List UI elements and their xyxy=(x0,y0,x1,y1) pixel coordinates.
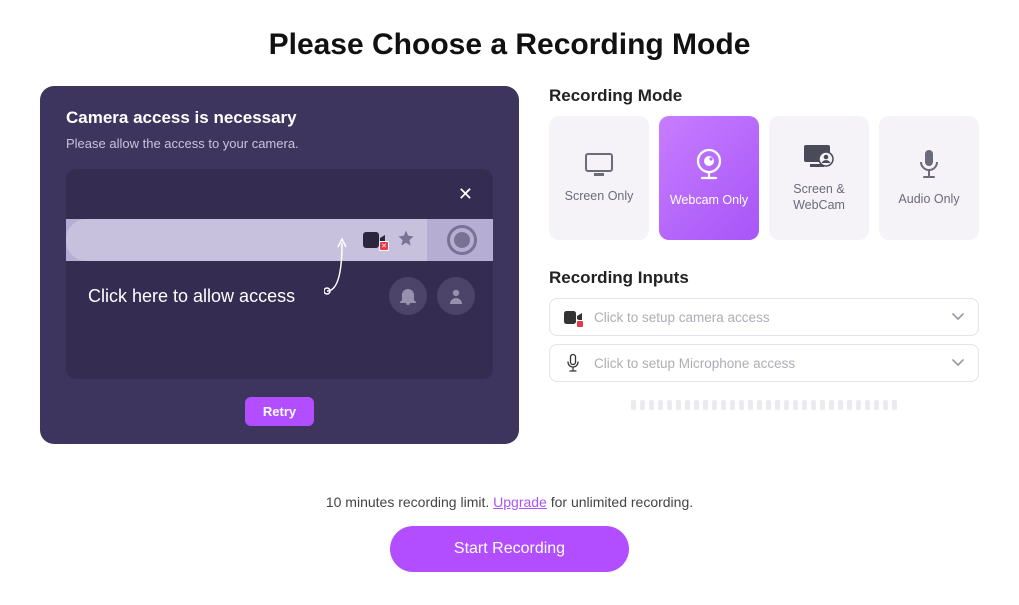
recording-limit-text: 10 minutes recording limit. Upgrade for … xyxy=(0,494,1019,510)
chevron-down-icon xyxy=(952,308,964,326)
microphone-icon xyxy=(917,149,941,181)
chevron-down-icon xyxy=(952,354,964,372)
mode-webcam-only[interactable]: Webcam Only xyxy=(659,116,759,240)
camera-input-text: Click to setup camera access xyxy=(594,310,940,325)
audio-level-meter xyxy=(549,400,979,410)
camera-blocked-icon[interactable]: ✕ xyxy=(363,232,385,248)
retry-button[interactable]: Retry xyxy=(245,397,314,426)
allow-access-hint: Click here to allow access xyxy=(88,286,295,307)
mode-audio-only[interactable]: Audio Only xyxy=(879,116,979,240)
camera-input-selector[interactable]: Click to setup camera access xyxy=(549,298,979,336)
person-icon xyxy=(437,277,475,315)
browser-permission-mock: ✕ ✕ Click here to allow access xyxy=(66,169,493,379)
address-bar-mock: ✕ xyxy=(66,219,427,261)
microphone-input-selector[interactable]: Click to setup Microphone access xyxy=(549,344,979,382)
mode-label: Screen Only xyxy=(565,188,634,204)
camera-access-panel: Camera access is necessary Please allow … xyxy=(40,86,519,444)
monitor-icon xyxy=(584,152,614,178)
camera-small-icon xyxy=(564,308,582,326)
recording-inputs-title: Recording Inputs xyxy=(549,268,979,288)
start-recording-button[interactable]: Start Recording xyxy=(390,526,629,572)
mode-label: Audio Only xyxy=(898,191,959,207)
microphone-input-text: Click to setup Microphone access xyxy=(594,356,940,371)
camera-access-heading: Camera access is necessary xyxy=(66,108,493,128)
mode-label: Screen & WebCam xyxy=(773,181,865,214)
bell-icon xyxy=(389,277,427,315)
record-circle-icon xyxy=(447,225,477,255)
recording-mode-title: Recording Mode xyxy=(549,86,979,106)
camera-access-subtext: Please allow the access to your camera. xyxy=(66,136,493,151)
close-icon[interactable]: ✕ xyxy=(458,184,473,205)
webcam-icon xyxy=(694,148,724,182)
upgrade-link[interactable]: Upgrade xyxy=(493,494,547,510)
star-icon xyxy=(397,229,415,252)
page-title: Please Choose a Recording Mode xyxy=(0,0,1019,86)
screen-webcam-icon xyxy=(802,143,836,171)
mode-label: Webcam Only xyxy=(670,192,748,208)
mode-screen-webcam[interactable]: Screen & WebCam xyxy=(769,116,869,240)
mode-screen-only[interactable]: Screen Only xyxy=(549,116,649,240)
microphone-small-icon xyxy=(564,354,582,372)
